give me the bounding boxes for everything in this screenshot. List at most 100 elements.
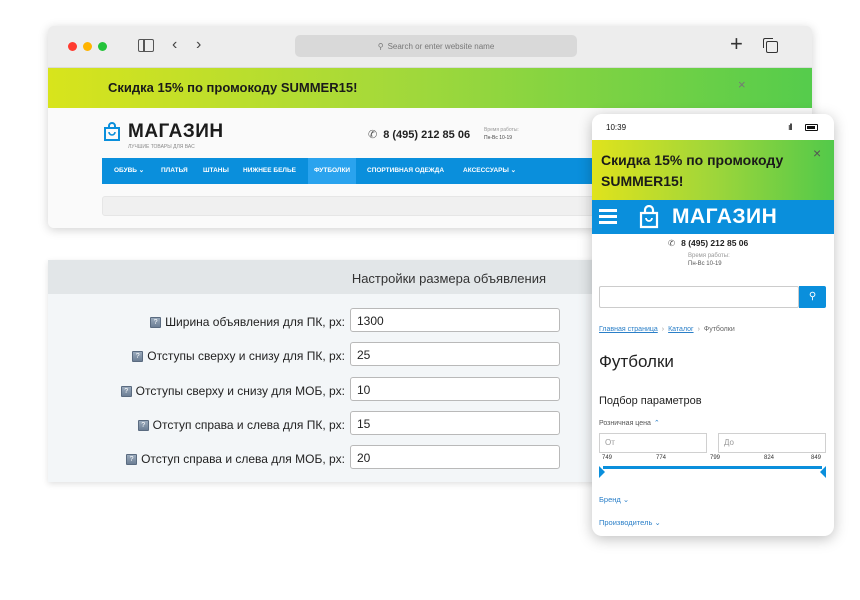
stage: ‹ › ⚲ Search or enter website name + Ски… bbox=[0, 0, 860, 600]
mobile-preview: 10:39 ıll Скидка 15% по промокоду SUMMER… bbox=[592, 114, 834, 536]
tab-overview-icon[interactable] bbox=[763, 38, 778, 53]
mobile-status-bar: 10:39 ıll bbox=[592, 114, 834, 140]
chevron-up-icon: ⌃ bbox=[653, 420, 660, 427]
setting-row-pc-horizontal: ? Отступ справа и слева для ПК, px: 15 bbox=[48, 411, 612, 437]
pc-width-input[interactable]: 1300 bbox=[350, 308, 560, 332]
help-icon[interactable]: ? bbox=[150, 316, 162, 328]
maker-filter-toggle[interactable]: Производитель ⌄ bbox=[599, 518, 661, 527]
header-phone[interactable]: ✆ 8 (495) 212 85 06 bbox=[368, 128, 470, 141]
price-scale: 749 774 799 824 849 bbox=[599, 455, 826, 465]
settings-header: Настройки размера объявления bbox=[48, 260, 612, 294]
nav-item-pants[interactable]: ШТАНЫ bbox=[199, 158, 233, 184]
pc-horizontal-padding-input[interactable]: 15 bbox=[350, 411, 560, 435]
chevron-down-icon: ⌄ bbox=[654, 518, 661, 527]
price-tick: 799 bbox=[710, 455, 721, 461]
setting-label-text: Ширина объявления для ПК, px: bbox=[165, 315, 345, 329]
address-placeholder: Search or enter website name bbox=[387, 41, 495, 51]
setting-label: ? Отступ справа и слева для МОБ, px: bbox=[126, 452, 345, 466]
back-arrow-icon[interactable]: ‹ bbox=[172, 37, 177, 53]
mobile-phone-number: 8 (495) 212 85 06 bbox=[681, 238, 749, 248]
breadcrumb-home-link[interactable]: Главная страница bbox=[599, 326, 658, 333]
price-to-input[interactable]: До bbox=[718, 433, 826, 453]
close-window-icon[interactable] bbox=[68, 42, 77, 51]
hamburger-menu-icon[interactable] bbox=[599, 209, 617, 224]
price-filter-label: Розничная цена bbox=[599, 420, 651, 427]
sidebar-toggle-icon[interactable] bbox=[138, 39, 154, 52]
mobile-search-input[interactable] bbox=[599, 286, 799, 308]
chevron-right-icon: › bbox=[661, 326, 665, 333]
phone-icon: ✆ bbox=[668, 238, 676, 248]
setting-row-pc-width: ? Ширина объявления для ПК, px: 1300 bbox=[48, 308, 612, 334]
ad-size-settings: Настройки размера объявления ? Ширина объ… bbox=[48, 260, 612, 482]
hours-value: Пн-Вс 10-19 bbox=[484, 135, 513, 141]
help-icon[interactable]: ? bbox=[126, 453, 138, 465]
signal-icon: ıll bbox=[788, 122, 792, 132]
price-tick: 849 bbox=[811, 455, 822, 461]
mob-vertical-padding-input[interactable]: 10 bbox=[350, 377, 560, 401]
browser-toolbar: ‹ › ⚲ Search or enter website name + bbox=[48, 26, 812, 68]
forward-arrow-icon[interactable]: › bbox=[196, 37, 201, 53]
phone-number: 8 (495) 212 85 06 bbox=[383, 129, 471, 141]
setting-label: ? Отступ справа и слева для ПК, px: bbox=[137, 418, 345, 432]
new-tab-icon[interactable]: + bbox=[730, 33, 743, 55]
breadcrumb: Главная страница › Каталог › Футболки bbox=[599, 326, 735, 333]
breadcrumb-current: Футболки bbox=[703, 326, 735, 333]
setting-row-mob-vertical: ? Отступы сверху и снизу для МОБ, px: 10 bbox=[48, 377, 612, 403]
phone-icon: ✆ bbox=[368, 129, 378, 141]
help-icon[interactable]: ? bbox=[137, 419, 149, 431]
price-filter-toggle[interactable]: Розничная цена ⌃ bbox=[599, 419, 660, 427]
setting-row-pc-vertical: ? Отступы сверху и снизу для ПК, px: 25 bbox=[48, 342, 612, 368]
price-slider-max-handle[interactable] bbox=[820, 466, 826, 478]
breadcrumb-catalog-link[interactable]: Каталог bbox=[668, 326, 693, 333]
price-tick: 824 bbox=[764, 455, 775, 461]
nav-item-tshirts[interactable]: ФУТБОЛКИ bbox=[308, 158, 357, 184]
mobile-header: МАГАЗИН bbox=[592, 200, 834, 234]
search-icon: ⚲ bbox=[377, 41, 384, 51]
price-tick: 749 bbox=[602, 455, 613, 461]
setting-label: ? Отступы сверху и снизу для ПК, px: bbox=[132, 349, 345, 363]
settings-title: Настройки размера объявления bbox=[351, 271, 546, 286]
mobile-work-hours: Время работы: Пн-Вс 10-19 bbox=[688, 252, 730, 268]
minimize-window-icon[interactable] bbox=[83, 42, 92, 51]
maker-filter-label: Производитель bbox=[599, 518, 653, 527]
brand-filter-toggle[interactable]: Бренд ⌄ bbox=[599, 495, 629, 504]
setting-label-text: Отступы сверху и снизу для ПК, px: bbox=[147, 349, 345, 363]
mobile-promo-text: Скидка 15% по промокоду SUMMER15! bbox=[601, 152, 784, 189]
mobile-promo-banner: Скидка 15% по промокоду SUMMER15! × bbox=[592, 140, 834, 200]
status-time: 10:39 bbox=[606, 123, 627, 132]
nav-item-shoes[interactable]: ОБУВЬ ⌄ bbox=[110, 158, 148, 184]
setting-label-text: Отступы сверху и снизу для МОБ, px: bbox=[135, 384, 345, 398]
chevron-right-icon: › bbox=[697, 326, 700, 333]
chevron-down-icon: ⌄ bbox=[622, 495, 630, 504]
nav-item-accessories[interactable]: АКСЕССУАРЫ ⌄ bbox=[459, 158, 520, 184]
promo-banner: Скидка 15% по промокоду SUMMER15! × bbox=[48, 68, 812, 108]
address-bar[interactable]: ⚲ Search or enter website name bbox=[295, 35, 577, 57]
maximize-window-icon[interactable] bbox=[98, 42, 107, 51]
battery-icon bbox=[805, 124, 818, 131]
search-icon[interactable]: ⚲ bbox=[799, 286, 826, 308]
nav-item-dresses[interactable]: ПЛАТЬЯ bbox=[157, 158, 192, 184]
promo-close-icon[interactable]: × bbox=[738, 77, 746, 92]
help-icon[interactable]: ? bbox=[132, 350, 144, 362]
shopping-bag-icon bbox=[639, 205, 659, 229]
help-icon[interactable]: ? bbox=[120, 385, 132, 397]
price-from-input[interactable]: От bbox=[599, 433, 707, 453]
filter-title: Подбор параметров bbox=[599, 395, 702, 407]
mob-horizontal-padding-input[interactable]: 20 bbox=[350, 445, 560, 469]
setting-label-text: Отступ справа и слева для ПК, px: bbox=[152, 418, 345, 432]
mobile-promo-close-icon[interactable]: × bbox=[813, 145, 821, 161]
content-strip bbox=[102, 196, 602, 216]
hours-label: Время работы: bbox=[484, 127, 519, 133]
nav-item-underwear[interactable]: НИЖНЕЕ БЕЛЬЕ bbox=[239, 158, 300, 184]
price-slider-track[interactable] bbox=[603, 466, 822, 469]
price-slider-min-handle[interactable] bbox=[599, 466, 605, 478]
mobile-hours-label: Время работы: bbox=[688, 253, 730, 259]
mobile-logo-title[interactable]: МАГАЗИН bbox=[672, 205, 777, 229]
setting-label: ? Отступы сверху и снизу для МОБ, px: bbox=[120, 384, 345, 398]
window-controls bbox=[68, 42, 107, 51]
nav-item-sportswear[interactable]: СПОРТИВНАЯ ОДЕЖДА bbox=[363, 158, 448, 184]
pc-vertical-padding-input[interactable]: 25 bbox=[350, 342, 560, 366]
price-tick: 774 bbox=[656, 455, 667, 461]
logo-subtitle: ЛУЧШИЕ ТОВАРЫ ДЛЯ ВАС bbox=[128, 144, 195, 150]
mobile-phone[interactable]: ✆ 8 (495) 212 85 06 bbox=[668, 238, 748, 249]
